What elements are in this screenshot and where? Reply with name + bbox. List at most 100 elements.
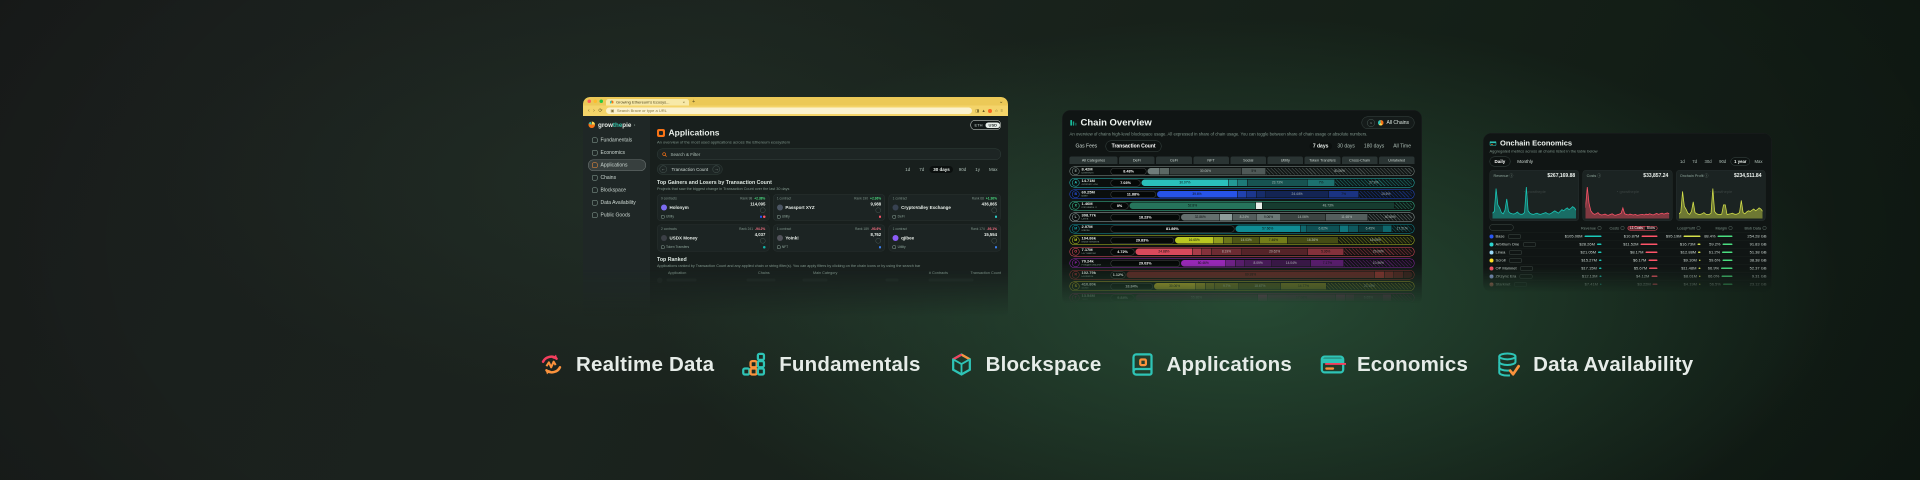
chain-row-mode-network[interactable]: M104.86kMode Network29.83%16.65%14.03%7.… (1070, 236, 1415, 246)
watchlist-button[interactable] (992, 238, 998, 244)
close-window-button[interactable] (588, 100, 592, 104)
tab-close-icon[interactable]: × (683, 100, 685, 105)
category-header-cross-chain[interactable]: Cross-Chain (1342, 157, 1378, 165)
category-header-unlabeled[interactable]: Unlabeled (1379, 157, 1415, 165)
chain-timeframe-all-time[interactable]: All Time (1390, 143, 1415, 151)
top-ranked-col-chains[interactable]: Chains (758, 271, 813, 276)
zoom-window-button[interactable] (600, 100, 604, 104)
metric-tab-gas-fees[interactable]: Gas Fees (1070, 141, 1104, 153)
minimize-window-button[interactable] (594, 100, 598, 104)
econ-col-margin[interactable]: Margin (1701, 226, 1733, 231)
application-card[interactable]: 9 contractsRank 98+2.38%114,095HolonymUt… (657, 194, 769, 221)
category-header-all-categories[interactable]: All Categories (1070, 157, 1118, 165)
new-tab-button[interactable]: + (692, 99, 695, 105)
econ-timeframe-90d[interactable]: 90d (1716, 158, 1729, 165)
econ-col-revenue[interactable]: Revenue (1559, 226, 1602, 231)
application-card[interactable]: 1 contractRank 68+1.36%436,865CryptoVall… (889, 194, 1001, 221)
mode-tab-daily[interactable]: Daily (1490, 157, 1511, 167)
back-button[interactable]: ‹ (588, 108, 590, 114)
metric-prev-button[interactable]: ← (660, 166, 668, 174)
chain-row-linea[interactable]: L308.77kLinea18.23%32.86%8.24%9.06%14.06… (1070, 213, 1415, 223)
chain-row-op-mainnet[interactable]: O7.17MOP Mainnet4.72%24.88%8.19%29.62%5.… (1070, 247, 1415, 257)
chain-row-zksync-era[interactable]: Z852.43kZKsync Era9.84%23.86%41.06%25.08… (1070, 305, 1415, 306)
econ-chart-costs[interactable]: Costs ⓘ$33,857.24◔ growthepie (1583, 170, 1673, 221)
timeframe-30-days[interactable]: 30 days (930, 166, 954, 173)
timeframe-1d[interactable]: 1d (902, 166, 914, 173)
econ-chart-revenue[interactable]: Revenue ⓘ$267,169.88◔ growthepie (1490, 170, 1580, 221)
watchlist-button[interactable] (760, 208, 766, 214)
costs-toggle-l1-costs[interactable]: L1 Costs (1628, 226, 1645, 230)
watchlist-button[interactable] (876, 238, 882, 244)
econ-col-loss-profit[interactable]: Loss|Profit (1658, 226, 1701, 231)
chain-row-mantle[interactable]: M2.07MMantle81.86%57.66%6.62%6.45%17.51% (1070, 224, 1415, 234)
sidebar-item-blockspace[interactable]: Blockspace (588, 185, 646, 197)
econ-col-costs[interactable]: CostsL1 CostsBlobs (1602, 226, 1658, 231)
timeframe-1y[interactable]: 1y (972, 166, 984, 173)
sidebar-item-chains[interactable]: Chains (588, 172, 646, 184)
wallet-icon[interactable]: ◨ (975, 109, 979, 114)
sidebar-item-fundamentals[interactable]: Fundamentals (588, 135, 646, 147)
chain-row-ethereum[interactable]: E8.42MEthereum8.48%30.06%5%40.06% (1070, 167, 1415, 177)
chain-row-base[interactable]: B60.25MBase11.88%39.6%24.44%7%10.6% (1070, 190, 1415, 200)
shield-ext-icon[interactable]: ▲ (982, 109, 986, 114)
costs-toggle-blobs[interactable]: Blobs (1645, 226, 1657, 230)
econ-timeframe-7d[interactable]: 7d (1689, 158, 1700, 165)
econ-timeframe-max[interactable]: Max (1751, 158, 1765, 165)
top-ranked-col-main-category[interactable]: Main Category (813, 271, 898, 276)
top-ranked-row[interactable] (657, 277, 1001, 283)
watchlist-button[interactable] (992, 208, 998, 214)
currency-toggle[interactable]: ETHUSD (971, 120, 1001, 130)
category-header-cefi[interactable]: CeFi (1156, 157, 1192, 165)
metric-next-button[interactable]: → (713, 166, 721, 174)
chain-timeframe-30-days[interactable]: 30 days (1334, 143, 1359, 151)
econ-timeframe-1-year[interactable]: 1 year (1731, 158, 1750, 166)
econ-row-scroll[interactable]: Scroll$15.27M$6.17M$9.10M59.6%38.38 GB (1490, 256, 1766, 264)
watchlist-button[interactable] (876, 208, 882, 214)
currency-option-eth[interactable]: ETH (972, 122, 986, 128)
mode-tab-monthly[interactable]: Monthly (1512, 157, 1538, 167)
brave-rewards-icon[interactable] (988, 109, 992, 113)
forward-button[interactable]: › (593, 108, 595, 114)
bookmark-icon[interactable]: ☆ (995, 109, 999, 114)
url-bar[interactable]: ▣ Search Brave or type a URL (606, 108, 972, 115)
chain-timeframe-7-days[interactable]: 7 days (1309, 143, 1332, 151)
tabstrip-overflow-icon[interactable]: ⌄ (999, 98, 1004, 105)
all-chains-button[interactable]: › All Chains (1361, 117, 1414, 130)
sidebar-item-applications[interactable]: Applications (588, 160, 646, 172)
chain-column-toggle[interactable] (1490, 225, 1514, 231)
application-card[interactable]: 1 contractRank 174-93.1%15,554qjibeeUtil… (889, 225, 1001, 252)
search-filter-bar[interactable]: Search & Filter (657, 149, 1001, 161)
top-ranked-col-application[interactable]: Application (657, 271, 758, 276)
sidebar-item-data-availability[interactable]: Data Availability (588, 197, 646, 209)
category-header-nft[interactable]: NFT (1193, 157, 1229, 165)
chain-row-immutable-x[interactable]: X1.46MImmutable X0%52.8%48.73% (1070, 201, 1415, 211)
chain-timeframe-180-days[interactable]: 180 days (1360, 143, 1387, 151)
top-ranked-col-transaction-count[interactable]: Transaction Count (948, 271, 1001, 276)
econ-timeframe-1d[interactable]: 1d (1677, 158, 1688, 165)
top-ranked-col--contracts[interactable]: # Contracts (898, 271, 948, 276)
chain-row-scroll[interactable]: S410.80kScroll18.84%30.06%9.7%18.67%14.7… (1070, 282, 1415, 292)
application-card[interactable]: 2 contractsRank 241-94.2%4,037USDX Money… (657, 225, 769, 252)
application-card[interactable]: 1 contractRank 189-93.6%8,762Yoink!NFT (773, 225, 885, 252)
chain-row-arbitrum-one[interactable]: A14.71MArbitrum One7.03%30.07%23.73%7%27… (1070, 178, 1415, 188)
costs-toggle[interactable]: L1 CostsBlobs (1628, 226, 1658, 231)
econ-chart-onchain-profit[interactable]: Onchain Profit ⓘ$234,511.84◔ growthepie (1676, 170, 1766, 221)
menu-icon[interactable]: ≡ (1001, 109, 1003, 114)
econ-row-starknet[interactable]: Starknet$7.41M$3.22M$4.19M56.5%23.12 GB (1490, 280, 1766, 288)
sidebar-item-economics[interactable]: Economics (588, 147, 646, 159)
browser-tab[interactable]: Growing Ethereum's Ecosys... × (606, 99, 689, 106)
reload-button[interactable]: ⟳ (598, 108, 602, 114)
sidebar-item-public-goods[interactable]: Public Goods (588, 210, 646, 222)
timeframe-90d[interactable]: 90d (955, 166, 970, 173)
metric-tab-transaction-count[interactable]: Transaction Count (1106, 141, 1162, 153)
econ-row-linea[interactable]: Linea$21.05M$8.17M$12.88M61.2%51.38 GB (1490, 248, 1766, 256)
chain-row-redstone[interactable]: R102.79kRedstone1.12%69.93% (1070, 270, 1415, 280)
category-header-social[interactable]: Social (1230, 157, 1266, 165)
timeframe-max[interactable]: Max (985, 166, 1001, 173)
econ-col-blob-data[interactable]: Blob Data (1733, 226, 1767, 231)
sidebar-collapse-icon[interactable]: ‹ (634, 122, 636, 127)
application-card[interactable]: 1 contractRank 190+2.36%9,988Passport XY… (773, 194, 885, 221)
growthepie-logo[interactable]: growthepie ‹ (588, 121, 646, 129)
category-header-defi[interactable]: DeFi (1119, 157, 1155, 165)
currency-option-usd[interactable]: USD (986, 122, 1000, 128)
